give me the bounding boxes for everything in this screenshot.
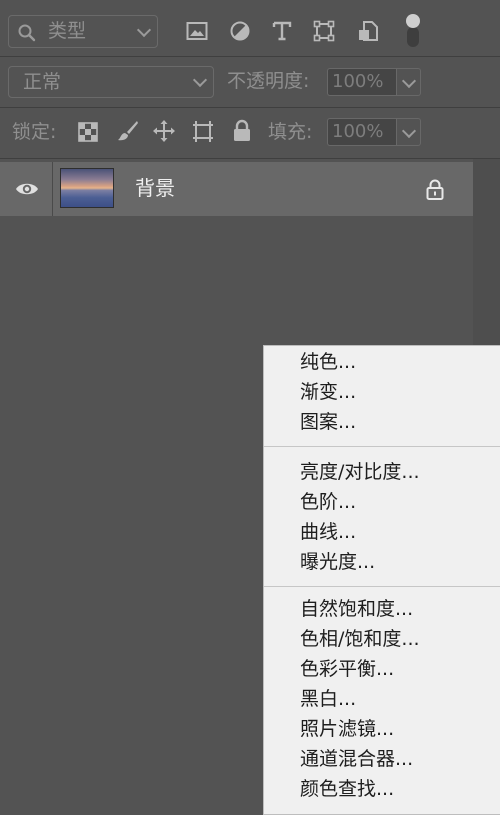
menu-separator xyxy=(264,586,500,587)
filter-toggle-knob xyxy=(406,14,420,28)
layer-name[interactable]: 背景 xyxy=(135,178,175,198)
fill-input[interactable]: 100% xyxy=(327,118,397,146)
filter-toggle-switch[interactable] xyxy=(404,14,422,47)
layer-kind-label: 类型 xyxy=(48,20,87,42)
filter-toggle-track xyxy=(407,27,419,47)
menu-item-color-lookup[interactable]: 颜色查找... xyxy=(300,780,394,799)
chevron-down-icon xyxy=(401,123,417,139)
shape-filter-icon[interactable] xyxy=(313,20,335,42)
menu-item-brightness-contrast[interactable]: 亮度/对比度... xyxy=(300,463,420,482)
blend-mode-value: 正常 xyxy=(23,71,62,93)
menu-item-photo-filter[interactable]: 照片滤镜... xyxy=(300,720,394,739)
opacity-input[interactable]: 100% xyxy=(327,68,397,96)
image-filter-icon[interactable] xyxy=(186,21,208,41)
menu-item-exposure[interactable]: 曝光度... xyxy=(300,553,375,572)
opacity-slider-button[interactable] xyxy=(397,68,421,96)
adjustment-layer-menu: 纯色... 渐变... 图案... 亮度/对比度... 色阶... 曲线... … xyxy=(263,345,500,815)
adjustment-filter-icon[interactable] xyxy=(229,20,251,42)
smart-object-filter-icon[interactable] xyxy=(357,20,379,42)
layer-lock-icon[interactable] xyxy=(426,179,444,200)
layer-kind-filter-dropdown[interactable]: 类型 xyxy=(8,15,158,48)
lock-artboard-icon[interactable] xyxy=(191,119,215,143)
menu-item-curves[interactable]: 曲线... xyxy=(300,523,356,542)
layer-thumbnail[interactable] xyxy=(60,168,114,208)
lock-transparent-pixels-icon[interactable] xyxy=(78,122,98,142)
menu-item-black-white[interactable]: 黑白... xyxy=(300,690,356,709)
eye-icon xyxy=(16,183,38,195)
blend-mode-dropdown[interactable]: 正常 xyxy=(8,66,214,98)
menu-item-levels[interactable]: 色阶... xyxy=(300,493,356,512)
lock-label: 锁定: xyxy=(12,121,57,143)
menu-separator xyxy=(264,446,500,447)
lock-all-icon[interactable] xyxy=(232,119,252,143)
fill-label: 填充: xyxy=(268,121,313,143)
menu-item-hue-saturation[interactable]: 色相/饱和度... xyxy=(300,630,420,649)
menu-item-solid-color[interactable]: 纯色... xyxy=(300,353,356,372)
search-icon xyxy=(18,24,36,42)
menu-item-pattern[interactable]: 图案... xyxy=(300,413,356,432)
menu-item-gradient[interactable]: 渐变... xyxy=(300,383,356,402)
menu-item-vibrance[interactable]: 自然饱和度... xyxy=(300,600,413,619)
visibility-toggle[interactable] xyxy=(0,162,53,216)
type-filter-icon[interactable] xyxy=(271,20,293,42)
lock-image-pixels-icon[interactable] xyxy=(116,119,140,143)
chevron-down-icon xyxy=(401,73,417,89)
lock-position-icon[interactable] xyxy=(152,119,176,143)
menu-item-color-balance[interactable]: 色彩平衡... xyxy=(300,660,394,679)
menu-item-channel-mixer[interactable]: 通道混合器... xyxy=(300,750,413,769)
opacity-label: 不透明度: xyxy=(227,70,310,92)
fill-slider-button[interactable] xyxy=(397,118,421,146)
chevron-down-icon xyxy=(136,22,152,38)
chevron-down-icon xyxy=(192,72,208,88)
